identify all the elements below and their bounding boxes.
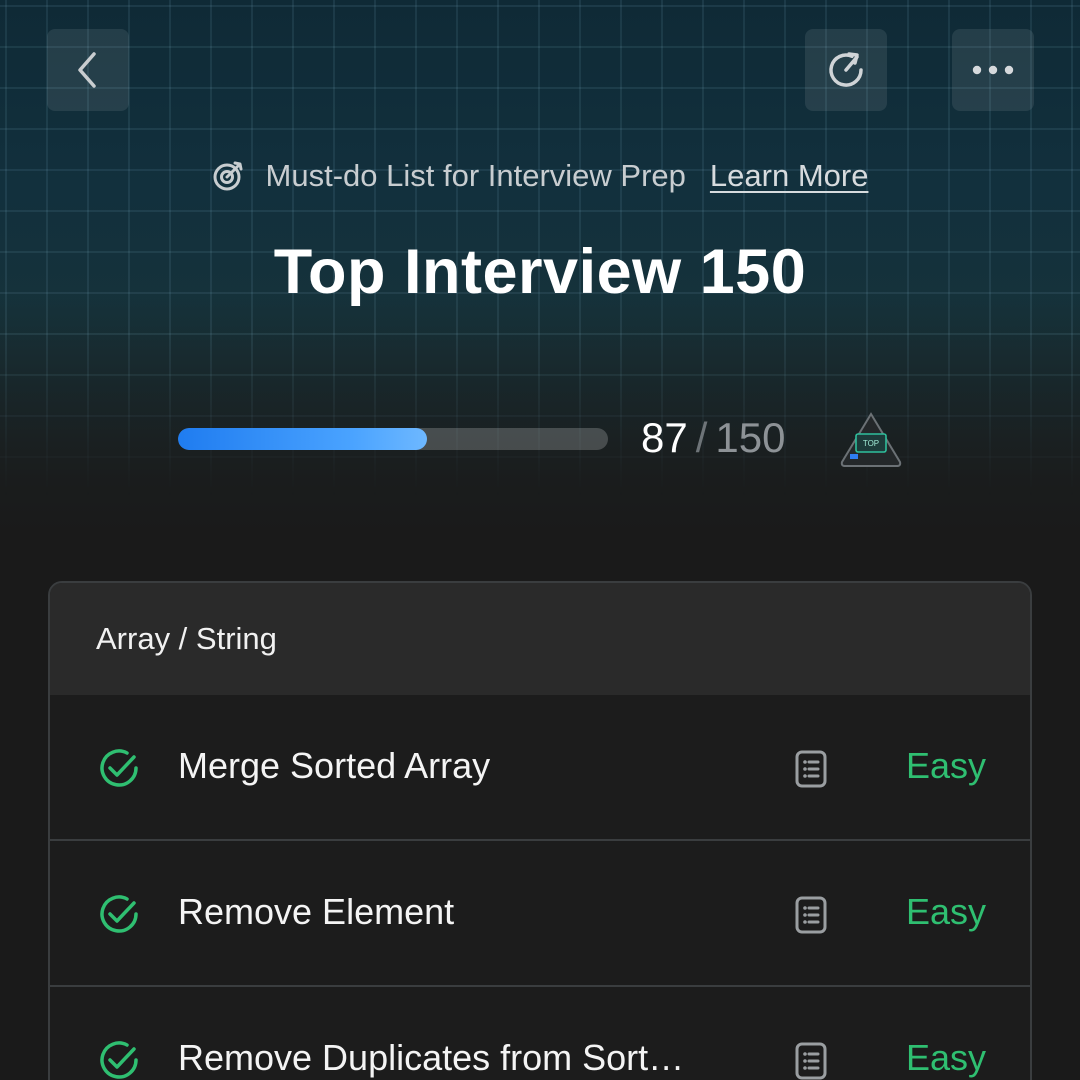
solved-check-icon xyxy=(96,891,142,942)
top-badge-icon[interactable]: TOP xyxy=(838,410,904,475)
progress-count: 87/150 xyxy=(641,414,785,462)
progress-separator: / xyxy=(695,414,708,461)
problem-title: Remove Element xyxy=(178,891,455,932)
progress-total: 150 xyxy=(715,414,786,461)
learn-more-link[interactable]: Learn More xyxy=(710,158,869,194)
problem-row[interactable]: Merge Sorted Array Easy xyxy=(50,695,1030,841)
progress-bar xyxy=(178,428,608,450)
difficulty-label: Easy xyxy=(905,1037,986,1078)
problem-title: Merge Sorted Array xyxy=(178,745,491,786)
target-icon xyxy=(212,160,244,192)
promo-text: Must-do List for Interview Prep xyxy=(265,158,686,193)
problem-row[interactable]: Remove Duplicates from Sort… Easy xyxy=(50,987,1030,1080)
notes-icon[interactable] xyxy=(794,896,828,939)
problem-row[interactable]: Remove Element Easy xyxy=(50,841,1030,987)
back-button[interactable] xyxy=(47,29,129,111)
page-title: Top Interview 150 xyxy=(273,237,807,307)
notes-icon[interactable] xyxy=(794,1042,828,1080)
notes-icon[interactable] xyxy=(794,750,828,793)
more-options-button[interactable] xyxy=(952,29,1034,111)
refresh-button[interactable] xyxy=(805,29,887,111)
more-horizontal-icon xyxy=(972,65,1014,75)
problem-list-screen: Must-do List for Interview Prep Learn Mo… xyxy=(0,0,1080,1080)
problem-title: Remove Duplicates from Sort… xyxy=(178,1037,685,1078)
chevron-left-icon xyxy=(78,52,96,88)
progress-solved: 87 xyxy=(641,414,688,461)
difficulty-label: Easy xyxy=(905,891,986,932)
difficulty-label: Easy xyxy=(905,745,986,786)
progress-bar-fill xyxy=(178,428,428,450)
top-badge-text: TOP xyxy=(863,439,879,448)
solved-check-icon xyxy=(96,745,142,796)
problem-section-card: Array / String Merge Sorted Array Easy R… xyxy=(48,581,1032,1080)
solved-check-icon xyxy=(96,1037,142,1080)
promo-banner: Must-do List for Interview Prep Learn Mo… xyxy=(0,154,1080,198)
section-title: Array / String xyxy=(50,583,1030,695)
refresh-icon xyxy=(829,52,863,87)
progress-section: 87/150 TOP xyxy=(178,410,918,470)
